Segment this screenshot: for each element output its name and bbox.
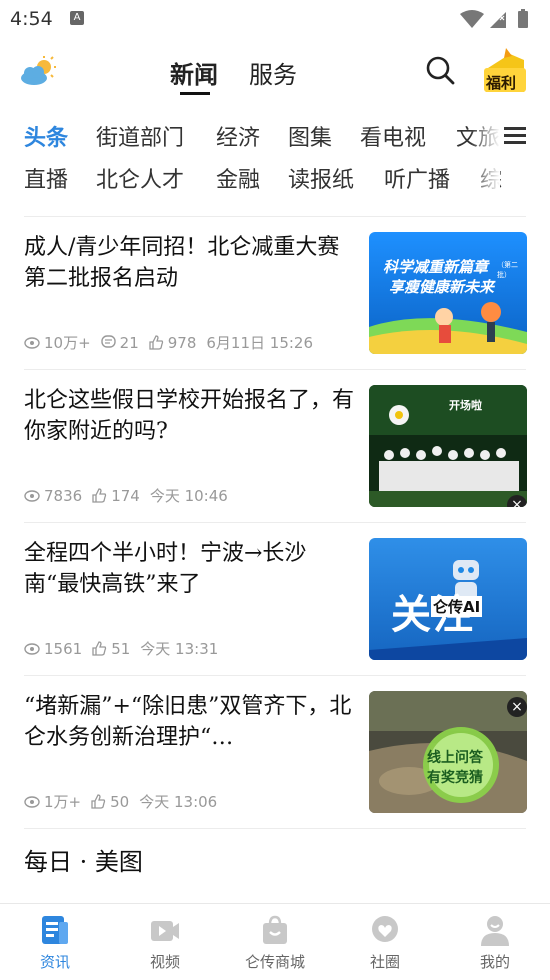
news-icon [42, 916, 68, 944]
view-count-icon [24, 642, 40, 655]
notification-icon: A [70, 11, 84, 25]
channel-menu-icon[interactable] [500, 122, 530, 150]
thumbnail-headline-1: 开场啦 [449, 399, 482, 412]
channel-newspaper[interactable]: 读报纸 [288, 162, 354, 194]
channel-live[interactable]: 直播 [24, 162, 68, 194]
thumbnail-headline-2: 有奖竞猜 [427, 770, 483, 786]
channel-gallery[interactable]: 图集 [288, 120, 332, 152]
like-icon [91, 794, 106, 809]
nav-community[interactable]: 社圈 [330, 904, 440, 980]
channel-radio[interactable]: 听广播 [384, 162, 450, 194]
channel-finance[interactable]: 金融 [216, 162, 260, 194]
like-count: 978 [167, 333, 197, 352]
news-meta: 1561 51 今天 13:31 [24, 638, 228, 659]
like-icon [92, 641, 107, 656]
channel-talent[interactable]: 北仑人才 [96, 162, 184, 194]
profile-icon [481, 916, 509, 946]
news-thumbnail-image [369, 385, 527, 507]
view-count: 7836 [44, 486, 83, 505]
like-count: 174 [111, 486, 140, 505]
news-title[interactable]: 成人/青少年同招！北仑减重大赛第二批报名启动 [24, 232, 356, 294]
tab-service[interactable]: 服务 [249, 55, 297, 90]
tab-news[interactable]: 新闻 [170, 55, 218, 90]
news-meta: 10万+ 21 978 6月11日 15:26 [24, 332, 323, 353]
nav-label: 资讯 [39, 953, 70, 971]
news-thumbnail[interactable]: 开场啦 × [369, 385, 527, 507]
news-item[interactable]: 成人/青少年同招！北仑减重大赛第二批报名启动 10万+ 21 978 6月11日… [0, 218, 550, 368]
divider [24, 216, 526, 217]
view-count: 1561 [44, 639, 83, 658]
view-count: 1万+ [44, 793, 82, 811]
publish-time: 今天 13:31 [140, 640, 219, 658]
signal-battery-icon [460, 9, 528, 28]
nav-label: 社圈 [369, 953, 400, 971]
view-count-icon [24, 489, 40, 502]
weather-icon[interactable] [18, 56, 58, 86]
welfare-label: 福利 [486, 74, 517, 92]
publish-time: 今天 13:06 [139, 793, 218, 811]
daily-photo-title: 每日 · 美图 [24, 848, 143, 876]
news-item[interactable]: “堵新漏”+“除旧患”双管齐下，北仑水务创新治理护“… 1万+ 50 今天 13… [0, 677, 550, 827]
channel-bar: 头条 街道部门 经济 图集 看电视 文旅 直播 北仑人才 金融 读报纸 听广播 … [0, 112, 550, 202]
news-item[interactable]: 北仑这些假日学校开始报名了，有你家附近的吗? 7836 174 今天 10:46… [0, 371, 550, 521]
like-count: 51 [111, 639, 131, 658]
news-meta: 1万+ 50 今天 13:06 [24, 791, 227, 812]
news-item[interactable]: 全程四个半小时！宁波→长沙南“最快高铁”来了 1561 51 今天 13:31 … [0, 524, 550, 674]
nav-label: 仑传商城 [244, 953, 305, 971]
news-title[interactable]: 全程四个半小时！宁波→长沙南“最快高铁”来了 [24, 538, 356, 600]
thumbnail-headline-1: 线上问答 [427, 750, 483, 766]
welfare-button[interactable]: 福利 [480, 46, 530, 96]
news-thumbnail[interactable]: 科学减重新篇章 （第二批） 享瘦健康新未来 [369, 232, 527, 354]
channel-tv[interactable]: 看电视 [360, 120, 426, 152]
divider [24, 369, 526, 370]
like-icon [149, 335, 163, 350]
thumbnail-headline-1: 科学减重新篇章 [383, 258, 489, 276]
news-meta: 7836 174 今天 10:46 [24, 485, 238, 506]
search-icon[interactable] [424, 54, 456, 86]
news-thumbnail[interactable]: 关注 仑传AI [369, 538, 527, 660]
nav-news[interactable]: 资讯 [0, 904, 110, 980]
publish-time: 今天 10:46 [149, 487, 228, 505]
community-icon [372, 916, 398, 942]
video-icon [151, 921, 179, 941]
comment-icon [100, 335, 116, 348]
view-count-icon [24, 336, 40, 349]
like-count: 50 [110, 792, 130, 811]
channel-headlines[interactable]: 头条 [24, 120, 68, 152]
channel-economy[interactable]: 经济 [216, 120, 260, 152]
status-time: 4:54 [10, 8, 53, 30]
channel-street-dept[interactable]: 街道部门 [96, 120, 184, 152]
nav-label: 视频 [149, 953, 180, 971]
news-title[interactable]: “堵新漏”+“除旧患”双管齐下，北仑水务创新治理护“… [24, 691, 356, 753]
divider [24, 522, 526, 523]
thumbnail-headline-2: 享瘦健康新未来 [389, 278, 495, 296]
like-icon [92, 488, 107, 503]
channel-fade [470, 112, 500, 202]
news-thumbnail[interactable]: 线上问答 有奖竞猜 × [369, 691, 527, 813]
divider [24, 828, 526, 829]
view-count-icon [24, 795, 40, 808]
top-bar: 新闻 服务 福利 [0, 40, 550, 100]
comment-count: 21 [119, 333, 139, 352]
shop-bag-icon [263, 915, 287, 944]
divider [24, 675, 526, 676]
active-tab-indicator [180, 92, 210, 95]
nav-video[interactable]: 视频 [110, 904, 220, 980]
status-bar: 4:54 A [0, 0, 550, 38]
nav-shop[interactable]: 仑传商城 [220, 904, 330, 980]
thumbnail-headline-2: 仑传AI [431, 596, 483, 617]
close-icon[interactable]: × [507, 697, 527, 717]
bottom-nav: 资讯 视频 仑传商城 社圈 我的 [0, 903, 550, 980]
news-title[interactable]: 北仑这些假日学校开始报名了，有你家附近的吗? [24, 385, 356, 447]
nav-profile[interactable]: 我的 [440, 904, 550, 980]
view-count: 10万+ [44, 334, 91, 352]
nav-label: 我的 [479, 953, 510, 971]
thumbnail-tag: （第二批） [497, 261, 518, 279]
publish-time: 6月11日 15:26 [206, 334, 314, 352]
